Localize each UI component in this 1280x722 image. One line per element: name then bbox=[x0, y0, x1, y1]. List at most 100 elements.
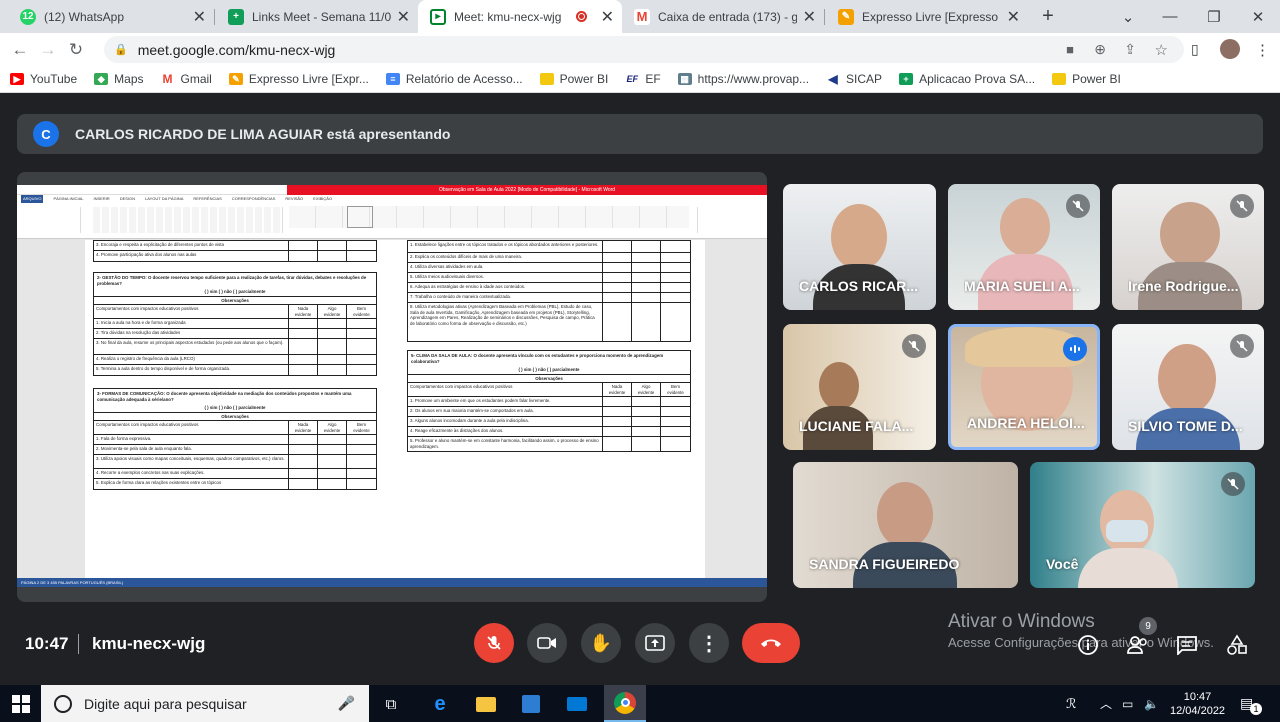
maps-icon: ◆ bbox=[94, 73, 109, 85]
restore-button[interactable]: ❐ bbox=[1192, 0, 1236, 33]
close-icon[interactable]: ✕ bbox=[397, 7, 410, 27]
word-window: Observação em Sala de Aula 2022 [Modo de… bbox=[17, 185, 767, 587]
task-view-icon: ⧉ bbox=[385, 695, 397, 713]
close-icon[interactable]: ✕ bbox=[803, 7, 816, 27]
activities-shapes-icon bbox=[1227, 634, 1247, 655]
tab-strip: 12 (12) WhatsApp ✕ + Links Meet - Semana… bbox=[0, 0, 1280, 33]
start-button[interactable] bbox=[8, 691, 34, 717]
taskbar-search[interactable]: Digite aqui para pesquisar 🎤 bbox=[41, 685, 369, 722]
profile-avatar[interactable] bbox=[1220, 39, 1240, 59]
present-screen-icon bbox=[645, 635, 665, 651]
chrome-taskbar-button[interactable] bbox=[604, 685, 646, 722]
file-explorer-button[interactable] bbox=[473, 691, 499, 717]
mic-off-icon bbox=[1230, 334, 1254, 358]
participant-tile[interactable]: Irene Rodrigue... bbox=[1112, 184, 1264, 310]
minimize-button[interactable]: — bbox=[1148, 0, 1192, 33]
people-button[interactable]: 9 bbox=[1125, 617, 1157, 656]
side-panel-icon[interactable]: ▯ bbox=[1191, 41, 1199, 58]
tab-links-meet[interactable]: + Links Meet - Semana 11/04 a ✕ bbox=[216, 0, 418, 33]
volume-icon[interactable]: 🔈 bbox=[1144, 685, 1159, 722]
store-button[interactable] bbox=[518, 691, 544, 717]
meeting-details-button[interactable] bbox=[1075, 634, 1101, 656]
mail-button[interactable] bbox=[564, 691, 590, 717]
participant-tile[interactable]: ANDREA HELOI... bbox=[948, 324, 1100, 450]
microphone-icon[interactable]: 🎤 bbox=[338, 695, 355, 712]
word-document-area: 3. Encoraja e respeita a explicitação de… bbox=[17, 240, 767, 578]
camera-toggle-button[interactable] bbox=[527, 623, 567, 663]
bookmark-powerbi[interactable]: Power BI bbox=[539, 72, 608, 86]
recording-icon bbox=[575, 11, 587, 22]
participant-tile[interactable]: LUCIANE FALA... bbox=[783, 324, 936, 450]
people-tray-icon[interactable]: ℛ bbox=[1066, 685, 1076, 722]
raise-hand-button[interactable]: ✋ bbox=[581, 623, 621, 663]
mic-toggle-button[interactable] bbox=[474, 623, 514, 663]
section-3-title: 3- FORMAS DE COMUNICAÇÃO: O docente apre… bbox=[97, 391, 352, 402]
notification-center-button[interactable]: ▤ 1 bbox=[1240, 685, 1262, 722]
word-status-bar: PÁGINA 2 DE 3 455 PALAVRAS PORTUGUÊS (BR… bbox=[17, 578, 767, 587]
windows-taskbar: Digite aqui para pesquisar 🎤 ⧉ e ℛ ︿ ▭ 🔈… bbox=[0, 685, 1280, 722]
share-icon[interactable]: ⇪ bbox=[1124, 41, 1136, 58]
camera-icon[interactable]: ■ bbox=[1066, 42, 1074, 57]
meet-stage: C CARLOS RICARDO DE LIMA AGUIAR está apr… bbox=[0, 93, 1280, 685]
activities-button[interactable] bbox=[1224, 634, 1250, 656]
task-view-button[interactable]: ⧉ bbox=[378, 691, 404, 717]
presenting-banner: C CARLOS RICARDO DE LIMA AGUIAR está apr… bbox=[17, 114, 1263, 154]
more-options-button[interactable]: ⋮ bbox=[689, 623, 729, 663]
present-button[interactable] bbox=[635, 623, 675, 663]
bookmark-ef[interactable]: EF EF bbox=[625, 72, 661, 86]
tab-expresso[interactable]: ✎ Expresso Livre [Expresso Mai ✕ bbox=[826, 0, 1028, 33]
bookmark-expresso[interactable]: ✎ Expresso Livre [Expr... bbox=[228, 72, 369, 86]
tab-search-chevron-icon[interactable]: ⌄ bbox=[1106, 0, 1150, 33]
bookmark-powerbi-2[interactable]: Power BI bbox=[1052, 72, 1121, 86]
participant-tile[interactable]: SANDRA FIGUEIREDO bbox=[793, 462, 1018, 588]
url-text: meet.google.com/kmu-necx-wjg bbox=[137, 41, 336, 58]
show-hidden-icons-chevron[interactable]: ︿ bbox=[1100, 685, 1112, 722]
forward-arrow-icon[interactable]: → bbox=[34, 40, 62, 60]
taskbar-clock[interactable]: 10:47 12/04/2022 bbox=[1170, 685, 1225, 722]
bookmark-maps[interactable]: ◆ Maps bbox=[94, 72, 144, 86]
search-icon bbox=[54, 694, 72, 713]
end-call-button[interactable] bbox=[742, 623, 800, 663]
menu-kebab-icon[interactable]: ⋮ bbox=[1255, 41, 1270, 59]
bookmark-youtube[interactable]: ▶ YouTube bbox=[10, 72, 77, 86]
bookmark-sicap[interactable]: ◀ SICAP bbox=[826, 72, 882, 86]
close-icon[interactable]: ✕ bbox=[601, 7, 614, 27]
gmail-icon: M bbox=[634, 8, 650, 25]
powerbi-icon bbox=[1052, 73, 1067, 85]
whatsapp-icon: 12 bbox=[20, 8, 36, 25]
mic-off-icon bbox=[1230, 194, 1254, 218]
new-tab-button[interactable]: + bbox=[1026, 0, 1070, 33]
tab-whatsapp[interactable]: 12 (12) WhatsApp ✕ bbox=[8, 0, 214, 33]
close-window-button[interactable]: ✕ bbox=[1236, 0, 1280, 33]
chat-button[interactable] bbox=[1174, 634, 1200, 656]
lock-icon: 🔒 bbox=[114, 44, 128, 56]
network-icon[interactable]: ▭ bbox=[1122, 685, 1133, 722]
bookmark-aplicacao-prova[interactable]: + Aplicacao Prova SA... bbox=[899, 72, 1035, 86]
tab-meet[interactable]: ▸ Meet: kmu-necx-wjg ✕ bbox=[418, 0, 622, 33]
participant-tile[interactable]: SILVIO TOME D... bbox=[1112, 324, 1264, 450]
edge-button[interactable]: e bbox=[427, 691, 453, 717]
bookmark-provap[interactable]: ▦ https://www.provap... bbox=[677, 72, 809, 86]
youtube-icon: ▶ bbox=[10, 73, 24, 85]
bookmark-relatorio[interactable]: ≡ Relatório de Acesso... bbox=[385, 72, 523, 86]
presenter-avatar: C bbox=[33, 121, 59, 147]
participant-tile[interactable]: CARLOS RICAR... bbox=[783, 184, 936, 310]
close-icon[interactable]: ✕ bbox=[193, 7, 206, 27]
sheets-icon: + bbox=[228, 8, 244, 25]
back-arrow-icon[interactable]: ← bbox=[6, 40, 34, 60]
toolbar: ← → ↻ 🔒 meet.google.com/kmu-necx-wjg ■ ⊕… bbox=[0, 33, 1280, 66]
zoom-icon[interactable]: ⊕ bbox=[1094, 41, 1106, 58]
address-bar[interactable]: 🔒 meet.google.com/kmu-necx-wjg ■ ⊕ ⇪ ☆ bbox=[104, 36, 1184, 63]
bookmark-gmail[interactable]: M Gmail bbox=[160, 72, 212, 86]
bookmark-star-icon[interactable]: ☆ bbox=[1155, 41, 1168, 59]
participant-tile-self[interactable]: Você bbox=[1030, 462, 1255, 588]
participant-tile[interactable]: MARIA SUELI A... bbox=[948, 184, 1100, 310]
meet-icon: ▸ bbox=[430, 8, 446, 25]
sicap-icon: ◀ bbox=[826, 72, 841, 86]
gmail-icon: M bbox=[160, 72, 175, 86]
tab-gmail[interactable]: M Caixa de entrada (173) - gise ✕ bbox=[622, 0, 824, 33]
reload-icon[interactable]: ↻ bbox=[62, 40, 90, 60]
shared-screen[interactable]: Observação em Sala de Aula 2022 [Modo de… bbox=[17, 172, 767, 602]
chat-icon bbox=[1177, 636, 1197, 655]
close-icon[interactable]: ✕ bbox=[1007, 7, 1020, 27]
